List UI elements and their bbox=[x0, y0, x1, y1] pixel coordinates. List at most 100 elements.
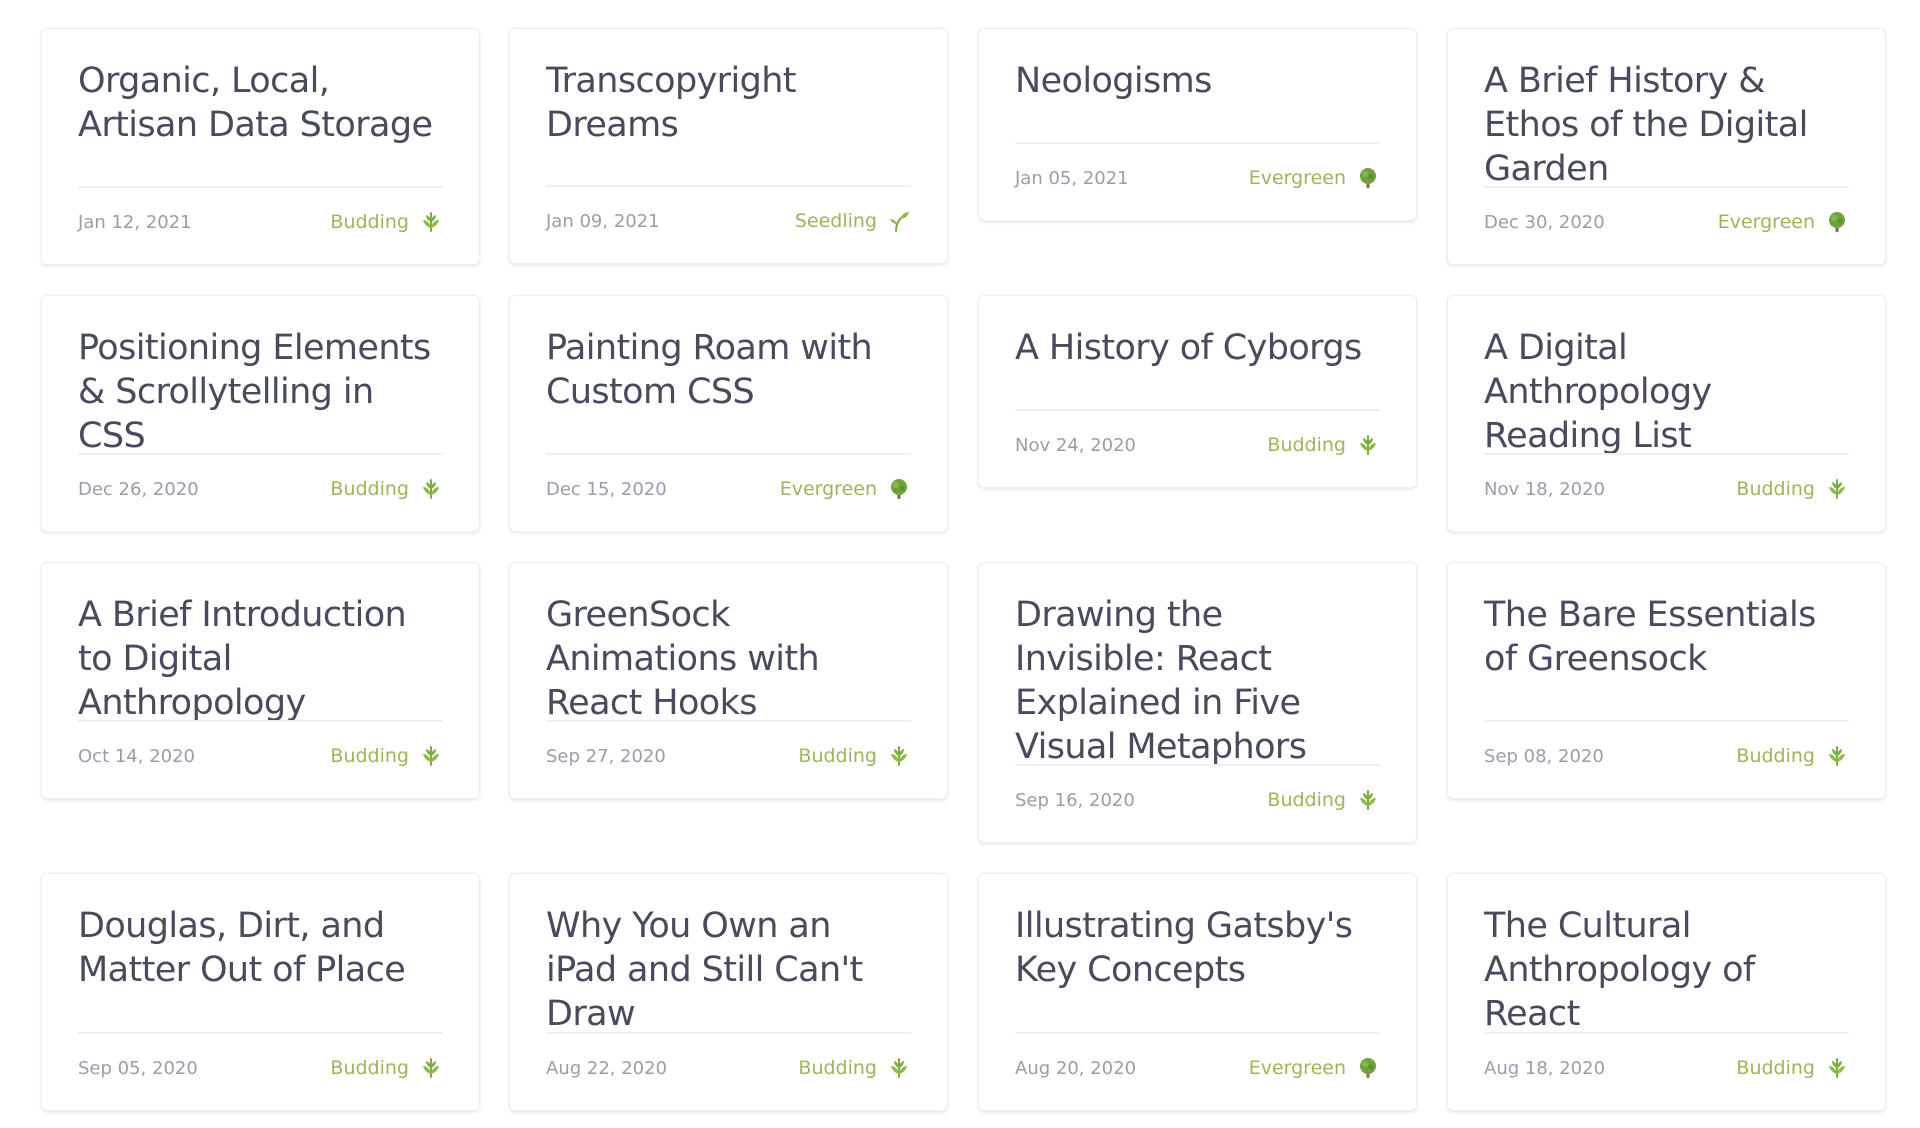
note-title[interactable]: Douglas, Dirt, and Matter Out of Place bbox=[78, 904, 443, 992]
budding-leaf-icon bbox=[419, 744, 443, 768]
note-card[interactable]: Why You Own an iPad and Still Can't Draw… bbox=[509, 873, 948, 1111]
note-card[interactable]: GreenSock Animations with React Hooks Se… bbox=[509, 562, 948, 799]
note-card[interactable]: The Cultural Anthropology of React Aug 1… bbox=[1447, 873, 1886, 1111]
note-date: Nov 24, 2020 bbox=[1015, 434, 1137, 456]
growth-stage: Budding bbox=[1736, 1056, 1849, 1088]
budding-leaf-icon bbox=[419, 210, 443, 234]
note-title[interactable]: The Cultural Anthropology of React bbox=[1484, 904, 1849, 1036]
growth-stage: Budding bbox=[330, 1056, 443, 1088]
note-date: Jan 09, 2021 bbox=[546, 210, 660, 232]
note-title[interactable]: A Digital Anthropology Reading List bbox=[1484, 326, 1849, 458]
note-card[interactable]: Painting Roam with Custom CSS Dec 15, 20… bbox=[509, 295, 948, 532]
note-title[interactable]: A History of Cyborgs bbox=[1015, 326, 1380, 370]
note-footer: Oct 14, 2020 Budding bbox=[78, 720, 443, 798]
note-date: Aug 22, 2020 bbox=[546, 1057, 668, 1079]
growth-stage-label: Evergreen bbox=[1248, 1057, 1346, 1079]
note-title[interactable]: Illustrating Gatsby's Key Concepts bbox=[1015, 904, 1380, 992]
note-title[interactable]: A Brief History & Ethos of the Digital G… bbox=[1484, 59, 1849, 191]
budding-leaf-icon bbox=[1825, 477, 1849, 501]
note-title[interactable]: The Bare Essentials of Greensock bbox=[1484, 593, 1849, 681]
note-date: Jan 05, 2021 bbox=[1015, 167, 1129, 189]
note-date: Aug 20, 2020 bbox=[1015, 1057, 1137, 1079]
growth-stage-label: Budding bbox=[330, 745, 409, 767]
growth-stage-label: Budding bbox=[1267, 434, 1346, 456]
note-title[interactable]: Painting Roam with Custom CSS bbox=[546, 326, 911, 414]
note-footer: Jan 12, 2021 Budding bbox=[78, 186, 443, 264]
growth-stage: Budding bbox=[798, 1056, 911, 1088]
note-footer: Aug 18, 2020 Budding bbox=[1484, 1032, 1849, 1110]
growth-stage: Evergreen bbox=[1249, 1056, 1380, 1088]
note-date: Jan 12, 2021 bbox=[78, 211, 192, 233]
note-card[interactable]: Organic, Local, Artisan Data Storage Jan… bbox=[41, 28, 480, 265]
note-title[interactable]: GreenSock Animations with React Hooks bbox=[546, 593, 911, 725]
note-date: Dec 30, 2020 bbox=[1484, 211, 1605, 233]
growth-stage-label: Budding bbox=[1736, 1057, 1815, 1079]
note-card[interactable]: Transcopyright Dreams Jan 09, 2021 Seedl… bbox=[509, 28, 948, 264]
note-footer: Jan 09, 2021 Seedling bbox=[546, 185, 911, 263]
note-card[interactable]: Neologisms Jan 05, 2021 Evergreen bbox=[978, 28, 1417, 221]
evergreen-tree-icon bbox=[1356, 166, 1380, 190]
note-title[interactable]: Neologisms bbox=[1015, 59, 1380, 103]
note-footer: Dec 30, 2020 Evergreen bbox=[1484, 186, 1849, 264]
growth-stage: Budding bbox=[1267, 433, 1380, 465]
growth-stage-label: Budding bbox=[330, 211, 409, 233]
growth-stage-label: Budding bbox=[330, 478, 409, 500]
note-card[interactable]: Douglas, Dirt, and Matter Out of Place S… bbox=[41, 873, 480, 1111]
growth-stage: Budding bbox=[1267, 788, 1380, 820]
budding-leaf-icon bbox=[887, 1056, 911, 1080]
budding-leaf-icon bbox=[419, 477, 443, 501]
note-footer: Sep 27, 2020 Budding bbox=[546, 720, 911, 798]
note-title[interactable]: A Brief Introduction to Digital Anthropo… bbox=[78, 593, 443, 725]
note-date: Sep 27, 2020 bbox=[546, 745, 666, 767]
note-card[interactable]: Drawing the Invisible: React Explained i… bbox=[978, 562, 1417, 843]
note-card[interactable]: The Bare Essentials of Greensock Sep 08,… bbox=[1447, 562, 1886, 799]
growth-stage: Evergreen bbox=[1718, 210, 1849, 242]
growth-stage-label: Evergreen bbox=[779, 478, 877, 500]
growth-stage-label: Evergreen bbox=[1717, 211, 1815, 233]
note-title[interactable]: Why You Own an iPad and Still Can't Draw bbox=[546, 904, 911, 1036]
seedling-sprout-icon bbox=[887, 209, 911, 233]
note-footer: Nov 24, 2020 Budding bbox=[1015, 409, 1380, 487]
note-footer: Nov 18, 2020 Budding bbox=[1484, 453, 1849, 531]
note-footer: Dec 26, 2020 Budding bbox=[78, 453, 443, 531]
note-footer: Aug 22, 2020 Budding bbox=[546, 1032, 911, 1110]
growth-stage-label: Evergreen bbox=[1248, 167, 1346, 189]
growth-stage: Evergreen bbox=[1249, 166, 1380, 198]
budding-leaf-icon bbox=[1356, 433, 1380, 457]
growth-stage-label: Budding bbox=[798, 1057, 877, 1079]
note-card[interactable]: A History of Cyborgs Nov 24, 2020 Buddin… bbox=[978, 295, 1417, 488]
note-date: Sep 08, 2020 bbox=[1484, 745, 1604, 767]
note-date: Aug 18, 2020 bbox=[1484, 1057, 1606, 1079]
note-title[interactable]: Drawing the Invisible: React Explained i… bbox=[1015, 593, 1380, 769]
note-date: Nov 18, 2020 bbox=[1484, 478, 1606, 500]
note-card[interactable]: A Brief Introduction to Digital Anthropo… bbox=[41, 562, 480, 799]
note-title[interactable]: Positioning Elements & Scrollytelling in… bbox=[78, 326, 443, 458]
notes-grid: Organic, Local, Artisan Data Storage Jan… bbox=[0, 0, 1920, 1128]
note-card[interactable]: A Digital Anthropology Reading List Nov … bbox=[1447, 295, 1886, 532]
note-card[interactable]: Illustrating Gatsby's Key Concepts Aug 2… bbox=[978, 873, 1417, 1111]
growth-stage-label: Budding bbox=[1267, 789, 1346, 811]
growth-stage: Seedling bbox=[795, 209, 911, 241]
growth-stage-label: Budding bbox=[330, 1057, 409, 1079]
budding-leaf-icon bbox=[1825, 1056, 1849, 1080]
evergreen-tree-icon bbox=[1356, 1056, 1380, 1080]
budding-leaf-icon bbox=[419, 1056, 443, 1080]
note-title[interactable]: Organic, Local, Artisan Data Storage bbox=[78, 59, 443, 147]
note-card[interactable]: Positioning Elements & Scrollytelling in… bbox=[41, 295, 480, 532]
note-date: Dec 26, 2020 bbox=[78, 478, 199, 500]
budding-leaf-icon bbox=[887, 744, 911, 768]
note-footer: Aug 20, 2020 Evergreen bbox=[1015, 1032, 1380, 1110]
growth-stage: Budding bbox=[330, 210, 443, 242]
growth-stage: Budding bbox=[1736, 477, 1849, 509]
growth-stage: Budding bbox=[798, 744, 911, 776]
growth-stage: Budding bbox=[330, 744, 443, 776]
growth-stage: Budding bbox=[330, 477, 443, 509]
note-card[interactable]: A Brief History & Ethos of the Digital G… bbox=[1447, 28, 1886, 265]
note-date: Sep 16, 2020 bbox=[1015, 789, 1135, 811]
growth-stage-label: Budding bbox=[1736, 478, 1815, 500]
note-footer: Sep 16, 2020 Budding bbox=[1015, 764, 1380, 842]
note-footer: Sep 05, 2020 Budding bbox=[78, 1032, 443, 1110]
note-title[interactable]: Transcopyright Dreams bbox=[546, 59, 911, 147]
budding-leaf-icon bbox=[1825, 744, 1849, 768]
note-date: Oct 14, 2020 bbox=[78, 745, 195, 767]
